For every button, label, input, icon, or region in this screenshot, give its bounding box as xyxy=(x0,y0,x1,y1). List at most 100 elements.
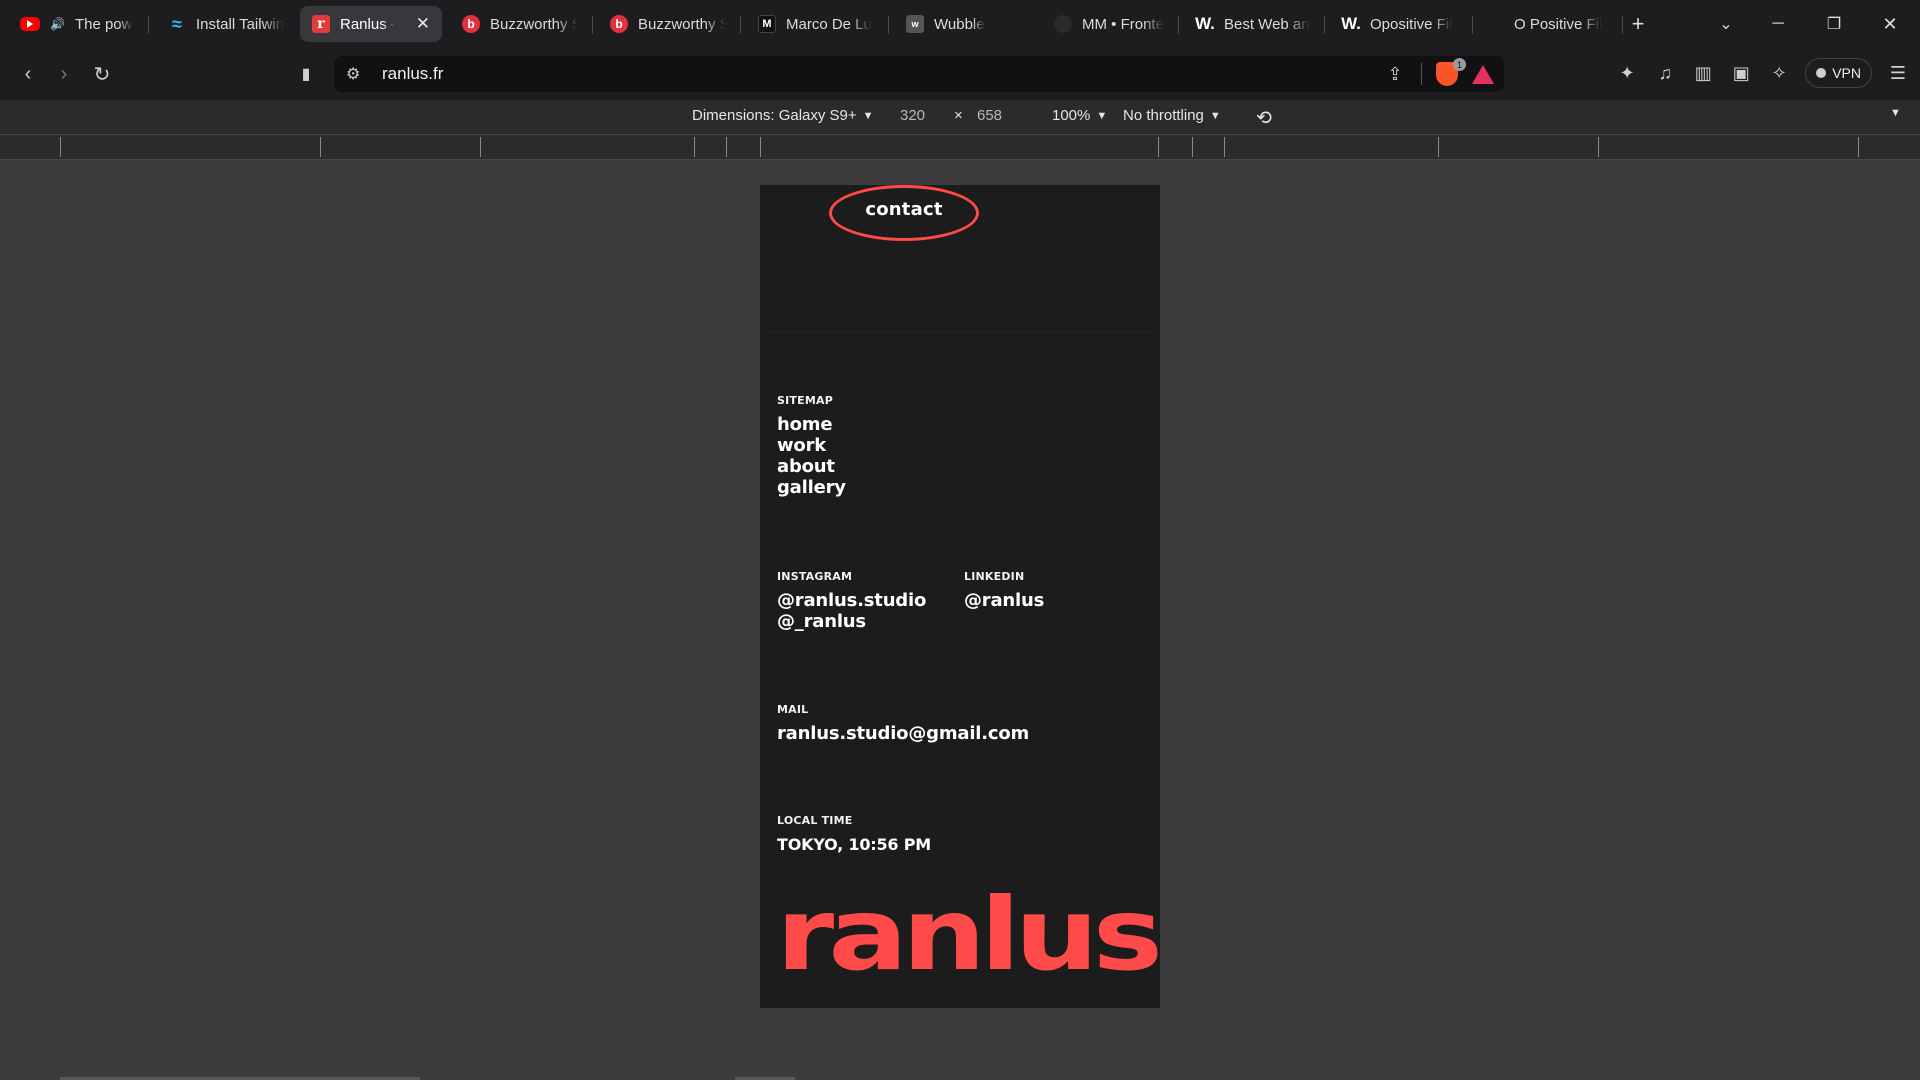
dropdown-caret-icon: ▼ xyxy=(862,109,874,122)
tailwind-icon: ≈ xyxy=(172,13,182,34)
times-sign: × xyxy=(954,107,963,124)
reload-icon[interactable]: ↻ xyxy=(88,60,116,88)
tab-title: Marco De Lu xyxy=(786,15,872,33)
zoom-select[interactable]: 100% ▼ xyxy=(1052,107,1107,124)
media-query-ruler[interactable] xyxy=(0,134,1920,160)
restore-button[interactable]: ❐ xyxy=(1806,0,1862,48)
tab-buzzworthy-1[interactable]: b Buzzworthy S xyxy=(450,6,590,42)
zoom-value: 100% xyxy=(1052,107,1091,124)
marco-icon: M xyxy=(758,15,776,33)
vpn-button[interactable]: VPN xyxy=(1805,58,1872,88)
contact-label[interactable]: contact xyxy=(829,199,979,220)
sitemap-list: home work about gallery xyxy=(777,414,846,498)
new-tab-button[interactable]: + xyxy=(1610,0,1666,48)
brave-rewards-icon[interactable] xyxy=(1472,64,1494,84)
media-icon[interactable]: ♫ xyxy=(1653,59,1677,87)
tab-wubble[interactable]: w Wubble xyxy=(894,6,1034,42)
leo-ai-icon[interactable]: ✧ xyxy=(1767,59,1791,87)
tab-title: Best Web an xyxy=(1224,15,1310,33)
brave-shields-icon[interactable]: 1 xyxy=(1436,58,1466,86)
throttling-select[interactable]: No throttling ▼ xyxy=(1123,107,1221,124)
back-icon[interactable]: ‹ xyxy=(14,60,42,88)
tab-title: Wubble xyxy=(934,15,985,33)
height-field[interactable]: 658 xyxy=(977,107,1002,124)
width-field[interactable]: 320 xyxy=(900,107,925,124)
close-window-button[interactable]: ✕ xyxy=(1862,0,1918,48)
linkedin-heading: LINKEDIN xyxy=(964,570,1025,583)
wubble-icon: w xyxy=(906,15,924,33)
wallet-icon[interactable]: ▣ xyxy=(1729,59,1753,87)
local-time-value: TOKYO, 10:56 PM xyxy=(777,835,931,854)
dimensions-label: Dimensions: Galaxy S9+ xyxy=(692,107,857,124)
vpn-status-icon xyxy=(1816,68,1827,78)
contact-link[interactable]: contact xyxy=(829,185,979,241)
tab-title: The pow xyxy=(74,15,133,33)
buzzworthy-icon: b xyxy=(610,15,628,33)
local-time-heading: LOCAL TIME xyxy=(777,814,853,827)
viewport-stage: contact SITEMAP home work about gallery … xyxy=(0,160,1920,1080)
sidebar-icon[interactable]: ▥ xyxy=(1691,59,1715,87)
tab-title: Install Tailwin xyxy=(196,15,284,33)
tab-o-positive[interactable]: O Positive Fil xyxy=(1502,6,1622,42)
forward-icon[interactable]: › xyxy=(50,60,78,88)
buzzworthy-icon: b xyxy=(462,15,480,33)
device-viewport: contact SITEMAP home work about gallery … xyxy=(760,185,1160,1008)
dropdown-caret-icon: ▼ xyxy=(1096,109,1108,122)
more-options-caret-icon[interactable]: ▼ xyxy=(1890,107,1901,119)
menu-icon[interactable]: ☰ xyxy=(1886,59,1910,87)
sitemap-link-work[interactable]: work xyxy=(777,435,846,456)
rotate-device-icon[interactable]: ⟲ xyxy=(1256,107,1272,130)
tab-marco[interactable]: M Marco De Lu xyxy=(746,6,886,42)
address-bar[interactable]: ⚙ ranlus.fr ⇪ 1 xyxy=(334,56,1504,92)
sitemap-heading: SITEMAP xyxy=(777,394,833,407)
responsive-design-bar: Dimensions: Galaxy S9+ ▼ 320 × 658 100% … xyxy=(0,100,1920,134)
linkedin-link[interactable]: @ranlus xyxy=(964,590,1044,611)
mail-heading: MAIL xyxy=(777,703,809,716)
tab-title: O Positive Fil xyxy=(1514,15,1603,33)
height-value[interactable]: 658 xyxy=(977,107,1002,124)
tab-title: Opositive Fil xyxy=(1370,15,1453,33)
tab-strip: 🔊 The pow ≈ Install Tailwin r Ranlus – ✕… xyxy=(0,0,1920,48)
tab-buzzworthy-2[interactable]: b Buzzworthy S xyxy=(598,6,738,42)
vpn-label: VPN xyxy=(1832,65,1861,81)
tab-mm-frontend[interactable]: MM • Fronte xyxy=(1042,6,1182,42)
sitemap-link-about[interactable]: about xyxy=(777,456,846,477)
sitemap-link-home[interactable]: home xyxy=(777,414,846,435)
tab-opositive[interactable]: W. Opositive Fil xyxy=(1330,6,1470,42)
tab-title: Ranlus – xyxy=(340,15,396,33)
instagram-link-personal[interactable]: @_ranlus xyxy=(777,611,866,632)
mm-icon xyxy=(1054,15,1072,33)
dimension-separator: × xyxy=(954,107,963,124)
bookmark-icon[interactable]: ▮ xyxy=(292,60,320,88)
youtube-icon xyxy=(20,17,40,31)
instagram-heading: INSTAGRAM xyxy=(777,570,853,583)
share-icon[interactable]: ⇪ xyxy=(1383,60,1407,88)
minimize-button[interactable]: ─ xyxy=(1750,0,1806,48)
mail-link[interactable]: ranlus.studio@gmail.com xyxy=(777,723,1029,744)
tab-title: MM • Fronte xyxy=(1082,15,1164,33)
tab-ranlus-active[interactable]: r Ranlus – ✕ xyxy=(300,6,442,42)
close-tab-icon[interactable]: ✕ xyxy=(416,14,430,34)
w-icon: W. xyxy=(1195,14,1215,33)
tab-title: Buzzworthy S xyxy=(490,15,578,33)
instagram-link-studio[interactable]: @ranlus.studio xyxy=(777,590,926,611)
url-text[interactable]: ranlus.fr xyxy=(382,64,443,84)
w-icon: W. xyxy=(1341,14,1361,33)
speaker-icon[interactable]: 🔊 xyxy=(50,17,65,31)
throttling-value: No throttling xyxy=(1123,107,1204,124)
ranlus-icon: r xyxy=(312,15,330,33)
site-settings-icon[interactable]: ⚙ xyxy=(346,64,360,84)
device-dimensions-select[interactable]: Dimensions: Galaxy S9+ ▼ xyxy=(692,107,874,124)
tab-youtube[interactable]: 🔊 The pow xyxy=(8,6,146,42)
sitemap-link-gallery[interactable]: gallery xyxy=(777,477,846,498)
tab-tailwind[interactable]: ≈ Install Tailwin xyxy=(156,6,296,42)
shield-badge: 1 xyxy=(1453,58,1466,71)
tab-title: Buzzworthy S xyxy=(638,15,726,33)
dropdown-caret-icon: ▼ xyxy=(1209,109,1221,122)
width-value[interactable]: 320 xyxy=(900,107,925,124)
browser-toolbar: ‹ › ↻ ▮ ⚙ ranlus.fr ⇪ 1 ✦ ♫ ▥ ▣ ✧ VPN ☰ xyxy=(0,48,1920,100)
tab-search-chevron-icon[interactable]: ⌄ xyxy=(1698,0,1754,48)
extensions-icon[interactable]: ✦ xyxy=(1615,59,1639,87)
brand-wordmark: ranlus xyxy=(776,876,1160,993)
tab-best-web[interactable]: W. Best Web an xyxy=(1184,6,1324,42)
